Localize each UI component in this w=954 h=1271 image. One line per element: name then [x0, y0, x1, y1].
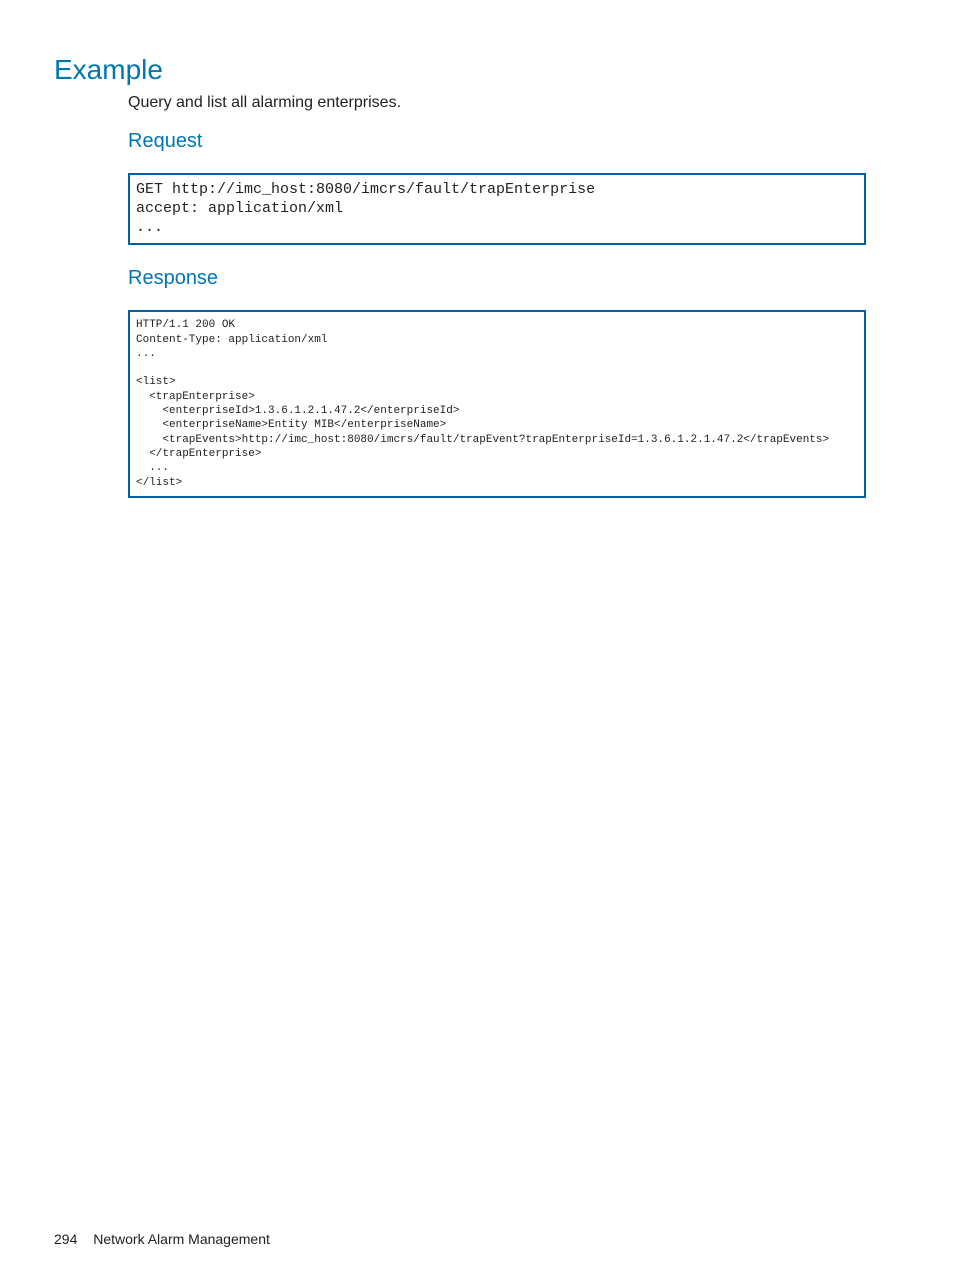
heading-response: Response	[128, 267, 866, 290]
response-code-block: HTTP/1.1 200 OK Content-Type: applicatio…	[128, 310, 866, 498]
footer-section: Network Alarm Management	[93, 1231, 270, 1247]
heading-example: Example	[54, 54, 866, 86]
page-footer: 294 Network Alarm Management	[54, 1231, 270, 1247]
heading-request: Request	[128, 130, 866, 153]
page-number: 294	[54, 1231, 77, 1247]
request-code-block: GET http://imc_host:8080/imcrs/fault/tra…	[128, 173, 866, 245]
intro-text: Query and list all alarming enterprises.	[128, 94, 866, 112]
